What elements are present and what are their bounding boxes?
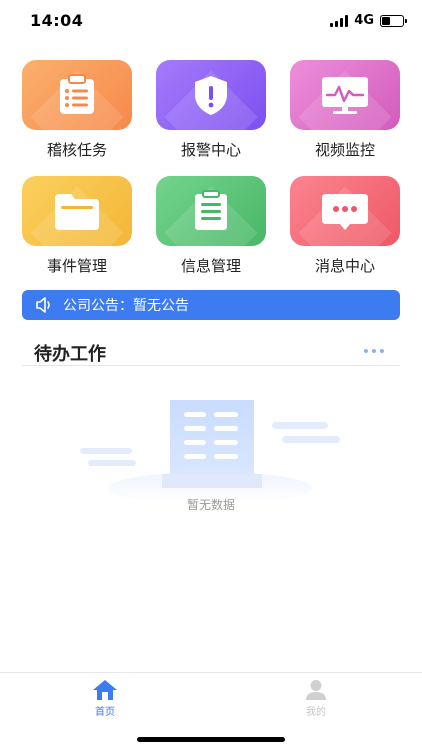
menu-message-center[interactable]: 消息中心 [290,176,400,280]
tab-mine[interactable]: 我的 [286,679,346,718]
menu-alarm-center[interactable]: 报警中心 [156,60,266,164]
chat-bubble-icon [322,194,368,230]
network-label: 4G [354,13,374,28]
clipboard-list-icon [60,74,94,114]
menu-info-management[interactable]: 信息管理 [156,176,266,280]
menu-video-monitor[interactable]: 视频监控 [290,60,400,164]
section-title: 待办工作 [34,344,106,365]
menu-tile [290,60,400,130]
announcement-text: 公司公告：暂无公告 [63,298,189,314]
menu-audit-tasks[interactable]: 稽核任务 [22,60,132,164]
tab-label: 首页 [95,707,115,718]
menu-tile [290,176,400,246]
status-indicators: 4G [330,13,407,28]
menu-tile [156,176,266,246]
tab-label: 我的 [306,707,326,718]
folder-icon [55,194,99,230]
menu-label: 稽核任务 [46,141,107,159]
document-list-icon [195,190,227,230]
more-dots-icon[interactable] [362,347,386,355]
speaker-icon [36,297,50,313]
battery-level [382,16,390,25]
menu-event-management[interactable]: 事件管理 [22,176,132,280]
menu-label: 消息中心 [314,257,375,275]
person-icon [306,680,326,700]
menu-grid: 稽核任务 报警中心 视频监控 事件管理 信息管理 消息中心 [22,60,400,280]
tab-home[interactable]: 首页 [75,679,135,718]
bottom-tab-bar: 首页 我的 [0,672,422,750]
status-bar: 14:04 4G [0,0,422,44]
empty-document-illustration [80,400,340,500]
battery-icon [380,14,407,27]
home-icon [93,680,117,700]
menu-tile [156,60,266,130]
empty-state: 暂无数据 [0,390,422,520]
menu-label: 视频监控 [314,141,375,159]
signal-icon [330,14,349,27]
monitor-chart-icon [322,77,368,114]
shield-alert-icon [195,76,227,115]
todo-section-header: 待办工作 [22,338,400,366]
empty-state-text: 暂无数据 [186,498,235,512]
menu-tile [22,60,132,130]
menu-label: 报警中心 [180,141,241,159]
menu-label: 事件管理 [46,257,107,275]
status-time: 14:04 [30,11,84,30]
menu-label: 信息管理 [180,257,241,275]
announcement-bar[interactable]: 公司公告：暂无公告 [22,290,400,320]
home-indicator [137,737,285,742]
menu-tile [22,176,132,246]
